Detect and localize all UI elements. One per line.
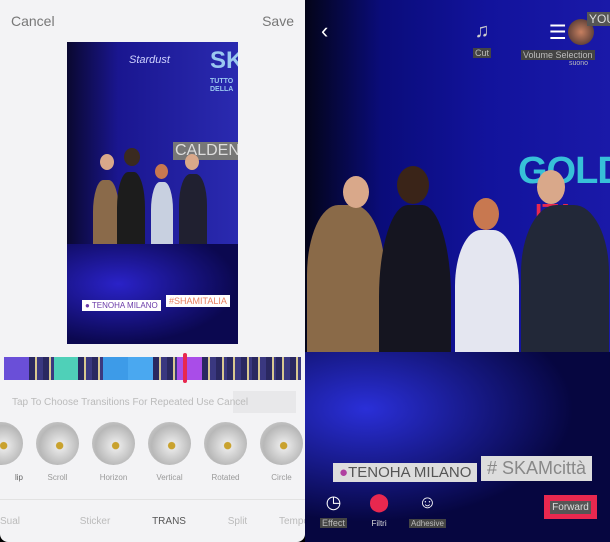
adhesive-button[interactable]: ☺ Adhesive bbox=[409, 492, 446, 531]
timeline-clip[interactable] bbox=[251, 357, 277, 380]
sticker-icon: ☺ bbox=[418, 492, 437, 512]
caption-overlay: CALDENI bbox=[173, 142, 238, 160]
transition-item[interactable]: Vertical bbox=[148, 422, 191, 482]
you-label: YOU bbox=[587, 12, 610, 26]
timeline-clip[interactable] bbox=[103, 357, 128, 380]
timeline-clip[interactable] bbox=[202, 357, 227, 380]
transition-label: Circle bbox=[271, 473, 292, 482]
tab-transitions[interactable]: TRANS bbox=[152, 516, 186, 527]
transition-item[interactable]: Circle bbox=[260, 422, 303, 482]
tab-tempo[interactable]: Tempo bbox=[279, 516, 305, 527]
timeline-clip[interactable] bbox=[4, 357, 29, 380]
timeline-clip[interactable] bbox=[152, 357, 178, 380]
editor-panel: Cancel Save Stardust SK TUTTO DELLA CALDE… bbox=[0, 0, 305, 542]
tab-split[interactable]: Split bbox=[228, 516, 247, 527]
transition-item[interactable]: Scroll bbox=[36, 422, 79, 482]
volume-label: Volume Selection bbox=[521, 50, 595, 60]
location-sticker[interactable]: ● TENOHA MILANO bbox=[82, 300, 161, 311]
bottom-tabs: Sual Sticker TRANS Split Tempo bbox=[0, 516, 305, 527]
hashtag-sticker[interactable]: #SHAMITALIA bbox=[166, 295, 230, 307]
transition-thumbnail bbox=[36, 422, 79, 465]
hashtag-sticker[interactable]: # SKAMcittà bbox=[481, 456, 593, 481]
forward-button[interactable]: Forward bbox=[544, 495, 597, 519]
back-button[interactable]: ‹ bbox=[321, 18, 328, 44]
transition-hint: Tap To Choose Transitions For Repeated U… bbox=[12, 397, 249, 408]
transition-label: Rotated bbox=[211, 473, 240, 482]
timeline-clip[interactable] bbox=[78, 357, 103, 380]
video-player[interactable]: GOLDEN ITA ‹ ♫ Cut ☰ Volume Selection YO… bbox=[305, 0, 610, 542]
adhesive-label: Adhesive bbox=[409, 519, 446, 528]
transition-thumbnail bbox=[148, 422, 191, 465]
timeline-strip[interactable] bbox=[4, 357, 301, 380]
backdrop-subtext: TUTTO DELLA bbox=[210, 78, 234, 93]
music-cut-icon: ♫ bbox=[474, 20, 490, 42]
cut-label: Cut bbox=[473, 48, 492, 58]
timeline-clip[interactable] bbox=[28, 357, 54, 380]
timeline-clip[interactable] bbox=[127, 357, 153, 380]
timeline-clip[interactable] bbox=[53, 357, 79, 380]
forward-label: Forward bbox=[550, 500, 591, 514]
transition-label: Horizon bbox=[99, 473, 128, 482]
filters-label: Filtri bbox=[371, 519, 387, 528]
filters-button[interactable]: ⬤ Filtri bbox=[369, 492, 389, 531]
effect-label: Effect bbox=[320, 518, 347, 528]
tab-visual[interactable]: Sual bbox=[0, 516, 20, 527]
video-preview[interactable]: Stardust SK TUTTO DELLA CALDENI ● TENOHA … bbox=[67, 42, 238, 344]
transition-thumbnail bbox=[92, 422, 135, 465]
sound-label: suono bbox=[569, 60, 589, 67]
save-button[interactable]: Save bbox=[262, 13, 294, 29]
timeline-clip[interactable] bbox=[226, 357, 252, 380]
effect-timer-icon: ◷ bbox=[325, 492, 342, 512]
backdrop-text: SK bbox=[210, 47, 238, 74]
location-sticker[interactable]: ●TENOHA MILANO bbox=[333, 463, 478, 482]
transition-label: lip bbox=[14, 473, 23, 482]
transition-thumbnail bbox=[260, 422, 303, 465]
transition-item[interactable]: Horizon bbox=[92, 422, 135, 482]
cancel-button[interactable]: Cancel bbox=[11, 13, 55, 29]
transition-list: lip Scroll Horizon Vertical Rotated Circ… bbox=[0, 422, 303, 482]
stardust-logo: Stardust bbox=[129, 54, 170, 66]
effect-button[interactable]: ◷ Effect bbox=[320, 492, 347, 531]
filters-icon: ⬤ bbox=[369, 492, 390, 512]
transition-label: Vertical bbox=[156, 473, 183, 482]
timeline-clip[interactable] bbox=[276, 357, 301, 380]
cut-button[interactable]: ♫ Cut bbox=[473, 20, 492, 61]
transition-label: Scroll bbox=[47, 473, 68, 482]
timeline-clip[interactable] bbox=[177, 357, 202, 380]
transition-thumbnail bbox=[0, 422, 23, 465]
divider bbox=[0, 499, 305, 500]
transition-item[interactable]: Rotated bbox=[204, 422, 247, 482]
tab-sticker[interactable]: Sticker bbox=[80, 516, 111, 527]
transition-thumbnail bbox=[204, 422, 247, 465]
transition-item[interactable]: lip bbox=[0, 422, 23, 482]
playhead[interactable] bbox=[183, 353, 188, 383]
